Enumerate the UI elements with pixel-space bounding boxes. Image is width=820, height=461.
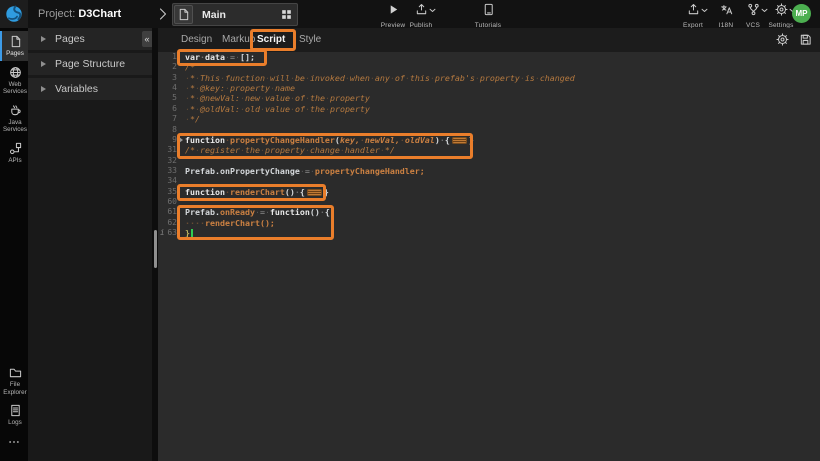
topbar-publish-button[interactable]: Publish	[402, 3, 440, 29]
code-line-3: 3·*·This·function·will·be·invoked·when·a…	[158, 73, 820, 83]
code-line-6: 6·*·@oldVal:·old·value·of·the·property	[158, 104, 820, 114]
line-number: 8	[158, 125, 177, 135]
line-number: 9	[158, 135, 177, 145]
line-number: 62	[158, 218, 177, 228]
code-line-1: 1var·data·=·[];	[158, 52, 820, 62]
code-line-35: 35function·renderChart()·{}	[158, 187, 820, 197]
tab-script[interactable]: Script	[257, 28, 285, 52]
line-number: 34	[158, 176, 177, 186]
collapsed-code-widget[interactable]	[452, 137, 467, 144]
branch-icon	[747, 3, 760, 16]
folder-icon	[9, 366, 22, 379]
sidebar-item-pages[interactable]: Pages	[0, 31, 28, 61]
ellipsis-icon	[8, 436, 20, 448]
expand-arrow-icon	[41, 36, 46, 42]
line-number: 3	[158, 73, 177, 83]
more-options-button[interactable]	[0, 431, 28, 461]
nodes-icon	[9, 142, 22, 155]
sidebar-item-web-services[interactable]: Web Services	[0, 62, 28, 99]
tab-markup[interactable]: Markup	[222, 28, 255, 52]
line-number: i63	[158, 228, 177, 238]
line-number: 35	[158, 187, 177, 197]
page-tab-main[interactable]: Main	[172, 3, 298, 26]
code-line-34: 34	[158, 176, 820, 186]
line-number: 60	[158, 197, 177, 207]
line-number: 6	[158, 104, 177, 114]
panel-section-pages[interactable]: Pages	[28, 28, 152, 50]
wavemaker-studio-window: Project: D3Chart Main PreviewPublishTuto…	[0, 0, 820, 461]
left-icon-rail: PagesWeb ServicesJava ServicesAPIs File E…	[0, 28, 28, 461]
page-tab-label: Main	[202, 9, 226, 21]
scrollbar-thumb[interactable]	[154, 230, 157, 268]
page-icon	[9, 35, 22, 48]
line-number: 4	[158, 83, 177, 93]
app-logo[interactable]	[0, 0, 28, 28]
pages-panel: Pages Page Structure Variables «	[28, 28, 152, 461]
top-bar: Project: D3Chart Main PreviewPublishTuto…	[0, 0, 820, 29]
dashboard-grid-icon[interactable]	[281, 9, 292, 20]
export-icon	[687, 3, 700, 16]
collapsed-code-widget[interactable]	[307, 189, 322, 196]
page-icon	[177, 8, 190, 21]
editor-toolbar	[776, 33, 812, 46]
panel-section-page-structure[interactable]: Page Structure	[28, 53, 152, 75]
tab-design[interactable]: Design	[181, 28, 212, 52]
code-editor[interactable]: 1var·data·=·[];2/*3·*·This·function·will…	[158, 52, 820, 461]
line-number: 5	[158, 93, 177, 103]
project-name: Project: D3Chart	[38, 8, 121, 20]
line-number: 33	[158, 166, 177, 176]
code-line-32: 32	[158, 156, 820, 166]
sidebar-item-logs[interactable]: Logs	[0, 400, 28, 430]
publish-icon	[415, 3, 428, 16]
code-line-9: 9function·propertyChangeHandler(key,·new…	[158, 135, 820, 145]
code-line-33: 33Prefab.onPropertyChange·=·propertyChan…	[158, 166, 820, 176]
code-line-63: i63}	[158, 228, 820, 238]
panel-section-variables[interactable]: Variables	[28, 78, 152, 100]
play-icon	[387, 3, 400, 16]
tab-style[interactable]: Style	[299, 28, 321, 52]
line-number: 32	[158, 156, 177, 166]
gear-icon	[775, 3, 788, 16]
code-line-8: 8	[158, 125, 820, 135]
line-number: 61	[158, 207, 177, 217]
wavemaker-logo-icon	[5, 5, 23, 23]
book-icon	[482, 3, 495, 16]
line-number: 7	[158, 114, 177, 124]
code-line-60: 60	[158, 197, 820, 207]
expand-arrow-icon	[41, 86, 46, 92]
code-line-2: 2/*	[158, 62, 820, 72]
sidebar-item-java-services[interactable]: Java Services	[0, 100, 28, 137]
code-line-4: 4·*·@key:·property·name	[158, 83, 820, 93]
sidebar-item-file-explorer[interactable]: File Explorer	[0, 362, 28, 399]
topbar-tutorials-button[interactable]: Tutorials	[469, 3, 507, 29]
line-number: 2	[158, 62, 177, 72]
save-icon[interactable]	[799, 33, 812, 46]
code-line-7: 7·*/	[158, 114, 820, 124]
editor-settings-gear-icon[interactable]	[776, 33, 789, 46]
user-avatar[interactable]: MP	[792, 4, 811, 23]
line-number: 1	[158, 52, 177, 62]
globe-icon	[9, 66, 22, 79]
expand-arrow-icon	[41, 61, 46, 67]
code-line-62: 62····renderChart();	[158, 218, 820, 228]
chevron-right-icon[interactable]	[159, 8, 167, 20]
fold-arrow-icon[interactable]	[179, 137, 183, 143]
lint-info-marker: i	[160, 228, 165, 238]
sidebar-item-apis[interactable]: APIs	[0, 138, 28, 168]
doc-lines-icon	[9, 404, 22, 417]
page-file-icon	[174, 5, 193, 24]
script-editor-area: Design MarkupScript Style 1var·data·=·[];2…	[158, 28, 820, 461]
panel-collapse-button[interactable]: «	[142, 31, 152, 47]
code-line-5: 5·*·@newVal:·new·value·of·the·property	[158, 93, 820, 103]
cup-icon	[9, 104, 22, 117]
text-cursor	[191, 229, 193, 238]
chevron-down-icon	[429, 8, 436, 13]
code-line-61: 61Prefab.onReady·=·function()·{	[158, 207, 820, 217]
code-line-31: 31/*·register·the·property·change·handle…	[158, 145, 820, 155]
translate-icon	[720, 3, 733, 16]
editor-tab-bar: Design MarkupScript Style	[158, 28, 820, 52]
line-number: 31	[158, 145, 177, 155]
